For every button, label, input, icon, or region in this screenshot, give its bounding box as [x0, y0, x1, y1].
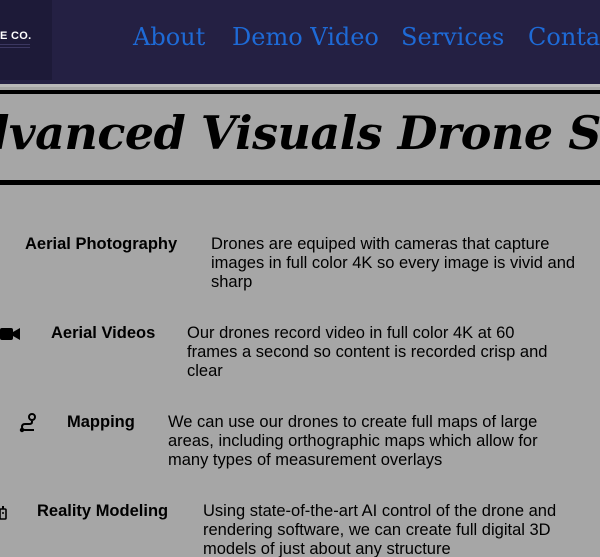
title-rule-top — [0, 90, 600, 94]
nav-link-demo-video[interactable]: Demo Video — [232, 23, 379, 51]
service-name: Mapping — [67, 413, 135, 431]
page-title: Advanced Visuals Drone Services — [0, 106, 600, 160]
service-name: Aerial Photography — [25, 235, 178, 253]
logo-text: E CO. — [0, 30, 32, 42]
site-header: E CO. About Demo Video Services Contac — [0, 0, 600, 84]
nav-link-services[interactable]: Services — [401, 23, 504, 51]
header-divider — [0, 84, 600, 87]
service-name: Aerial Videos — [51, 324, 156, 342]
service-description: Drones are equiped with cameras that cap… — [211, 235, 576, 291]
site-logo[interactable]: E CO. — [0, 0, 52, 80]
route-icon — [19, 413, 36, 433]
service-description: We can use our drones to create full map… — [168, 413, 538, 469]
service-aerial-videos: Aerial Videos Our drones record video in… — [0, 324, 600, 404]
service-aerial-photography: Aerial Photography Drones are equiped wi… — [0, 235, 600, 315]
title-rule-bottom — [0, 180, 600, 185]
service-reality-modeling: Reality Modeling Using state-of-the-art … — [0, 502, 600, 557]
robot-icon — [0, 506, 7, 520]
service-description: Our drones record video in full color 4K… — [187, 324, 548, 380]
logo-tagline-rule — [0, 44, 30, 48]
service-name: Reality Modeling — [37, 502, 169, 520]
service-description: Using state-of-the-art AI control of the… — [203, 502, 557, 557]
video-camera-icon — [0, 328, 20, 340]
nav-link-contact[interactable]: Contac — [528, 23, 600, 51]
page: E CO. About Demo Video Services Contac A… — [0, 0, 600, 557]
nav-link-about[interactable]: About — [133, 23, 205, 51]
service-mapping: Mapping We can use our drones to create … — [0, 413, 600, 493]
